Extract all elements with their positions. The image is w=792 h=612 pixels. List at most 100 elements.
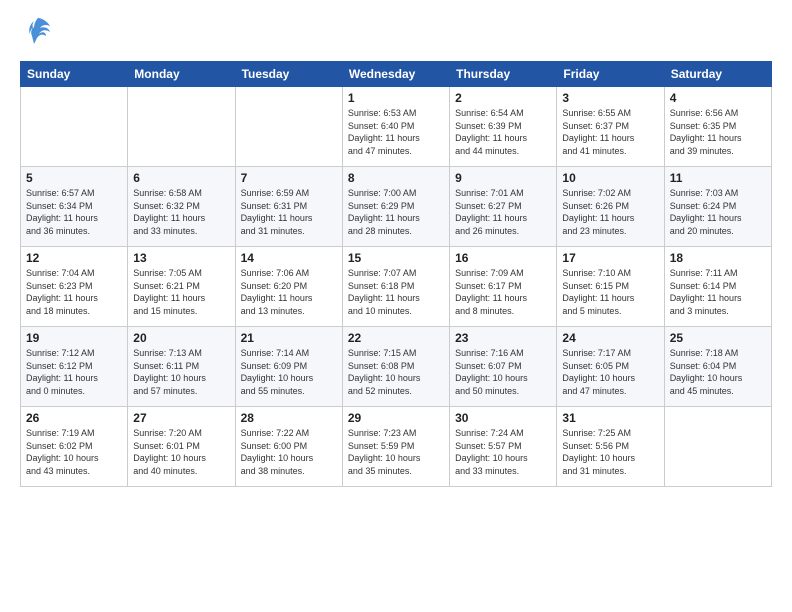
day-number: 30: [455, 411, 551, 425]
weekday-header-row: SundayMondayTuesdayWednesdayThursdayFrid…: [21, 62, 772, 87]
week-row-5: 26 Sunrise: 7:19 AM Sunset: 6:02 PM Dayli…: [21, 407, 772, 487]
calendar-cell: [21, 87, 128, 167]
day-info: Sunrise: 7:12 AM Sunset: 6:12 PM Dayligh…: [26, 347, 122, 397]
calendar-cell: 16 Sunrise: 7:09 AM Sunset: 6:17 PM Dayli…: [450, 247, 557, 327]
day-info: Sunrise: 7:17 AM Sunset: 6:05 PM Dayligh…: [562, 347, 658, 397]
day-number: 3: [562, 91, 658, 105]
day-number: 2: [455, 91, 551, 105]
day-number: 7: [241, 171, 337, 185]
calendar-cell: 20 Sunrise: 7:13 AM Sunset: 6:11 PM Dayli…: [128, 327, 235, 407]
calendar-cell: 31Sunrise: 7:25 AM Sunset: 5:56 PM Dayli…: [557, 407, 664, 487]
week-row-1: 1Sunrise: 6:53 AM Sunset: 6:40 PM Daylig…: [21, 87, 772, 167]
day-number: 26: [26, 411, 122, 425]
day-info: Sunrise: 7:10 AM Sunset: 6:15 PM Dayligh…: [562, 267, 658, 317]
day-number: 15: [348, 251, 444, 265]
calendar-cell: 13Sunrise: 7:05 AM Sunset: 6:21 PM Dayli…: [128, 247, 235, 327]
day-number: 6: [133, 171, 229, 185]
day-number: 24: [562, 331, 658, 345]
day-info: Sunrise: 7:09 AM Sunset: 6:17 PM Dayligh…: [455, 267, 551, 317]
day-number: 11: [670, 171, 766, 185]
day-number: 5: [26, 171, 122, 185]
day-info: Sunrise: 7:16 AM Sunset: 6:07 PM Dayligh…: [455, 347, 551, 397]
calendar-cell: 17Sunrise: 7:10 AM Sunset: 6:15 PM Dayli…: [557, 247, 664, 327]
calendar-cell: 18Sunrise: 7:11 AM Sunset: 6:14 PM Dayli…: [664, 247, 771, 327]
day-number: 27: [133, 411, 229, 425]
day-number: 31: [562, 411, 658, 425]
logo-bird-icon: [24, 16, 52, 53]
calendar-cell: [128, 87, 235, 167]
header: [20, 16, 772, 53]
calendar-cell: 27 Sunrise: 7:20 AM Sunset: 6:01 PM Dayli…: [128, 407, 235, 487]
day-number: 22: [348, 331, 444, 345]
day-info: Sunrise: 7:23 AM Sunset: 5:59 PM Dayligh…: [348, 427, 444, 477]
day-number: 29: [348, 411, 444, 425]
day-info: Sunrise: 7:14 AM Sunset: 6:09 PM Dayligh…: [241, 347, 337, 397]
day-number: 23: [455, 331, 551, 345]
day-info: Sunrise: 7:18 AM Sunset: 6:04 PM Dayligh…: [670, 347, 766, 397]
day-info: Sunrise: 6:59 AM Sunset: 6:31 PM Dayligh…: [241, 187, 337, 237]
day-info: Sunrise: 7:20 AM Sunset: 6:01 PM Dayligh…: [133, 427, 229, 477]
day-info: Sunrise: 7:15 AM Sunset: 6:08 PM Dayligh…: [348, 347, 444, 397]
calendar-cell: 5 Sunrise: 6:57 AM Sunset: 6:34 PM Daylig…: [21, 167, 128, 247]
day-info: Sunrise: 7:13 AM Sunset: 6:11 PM Dayligh…: [133, 347, 229, 397]
calendar-cell: 23 Sunrise: 7:16 AM Sunset: 6:07 PM Dayli…: [450, 327, 557, 407]
calendar-cell: 8Sunrise: 7:00 AM Sunset: 6:29 PM Daylig…: [342, 167, 449, 247]
calendar-cell: [235, 87, 342, 167]
calendar-cell: 24 Sunrise: 7:17 AM Sunset: 6:05 PM Dayli…: [557, 327, 664, 407]
day-info: Sunrise: 7:01 AM Sunset: 6:27 PM Dayligh…: [455, 187, 551, 237]
day-number: 14: [241, 251, 337, 265]
weekday-header-thursday: Thursday: [450, 62, 557, 87]
week-row-4: 19 Sunrise: 7:12 AM Sunset: 6:12 PM Dayli…: [21, 327, 772, 407]
calendar-cell: 10 Sunrise: 7:02 AM Sunset: 6:26 PM Dayli…: [557, 167, 664, 247]
weekday-header-sunday: Sunday: [21, 62, 128, 87]
day-number: 21: [241, 331, 337, 345]
calendar-table: SundayMondayTuesdayWednesdayThursdayFrid…: [20, 61, 772, 487]
weekday-header-monday: Monday: [128, 62, 235, 87]
calendar-cell: 29 Sunrise: 7:23 AM Sunset: 5:59 PM Dayli…: [342, 407, 449, 487]
day-number: 4: [670, 91, 766, 105]
day-info: Sunrise: 7:03 AM Sunset: 6:24 PM Dayligh…: [670, 187, 766, 237]
day-info: Sunrise: 7:19 AM Sunset: 6:02 PM Dayligh…: [26, 427, 122, 477]
day-info: Sunrise: 7:02 AM Sunset: 6:26 PM Dayligh…: [562, 187, 658, 237]
day-number: 13: [133, 251, 229, 265]
calendar-cell: 14 Sunrise: 7:06 AM Sunset: 6:20 PM Dayli…: [235, 247, 342, 327]
weekday-header-tuesday: Tuesday: [235, 62, 342, 87]
day-info: Sunrise: 7:22 AM Sunset: 6:00 PM Dayligh…: [241, 427, 337, 477]
weekday-header-wednesday: Wednesday: [342, 62, 449, 87]
calendar-cell: 7 Sunrise: 6:59 AM Sunset: 6:31 PM Daylig…: [235, 167, 342, 247]
day-info: Sunrise: 7:07 AM Sunset: 6:18 PM Dayligh…: [348, 267, 444, 317]
calendar-cell: 11 Sunrise: 7:03 AM Sunset: 6:24 PM Dayli…: [664, 167, 771, 247]
calendar-cell: 22 Sunrise: 7:15 AM Sunset: 6:08 PM Dayli…: [342, 327, 449, 407]
day-info: Sunrise: 6:57 AM Sunset: 6:34 PM Dayligh…: [26, 187, 122, 237]
calendar-cell: 6Sunrise: 6:58 AM Sunset: 6:32 PM Daylig…: [128, 167, 235, 247]
calendar-cell: 2Sunrise: 6:54 AM Sunset: 6:39 PM Daylig…: [450, 87, 557, 167]
calendar-cell: 3 Sunrise: 6:55 AM Sunset: 6:37 PM Daylig…: [557, 87, 664, 167]
day-number: 19: [26, 331, 122, 345]
calendar-cell: 4 Sunrise: 6:56 AM Sunset: 6:35 PM Daylig…: [664, 87, 771, 167]
calendar-cell: 1Sunrise: 6:53 AM Sunset: 6:40 PM Daylig…: [342, 87, 449, 167]
calendar-cell: 26 Sunrise: 7:19 AM Sunset: 6:02 PM Dayli…: [21, 407, 128, 487]
day-number: 8: [348, 171, 444, 185]
day-number: 12: [26, 251, 122, 265]
day-number: 20: [133, 331, 229, 345]
day-info: Sunrise: 7:24 AM Sunset: 5:57 PM Dayligh…: [455, 427, 551, 477]
day-info: Sunrise: 7:11 AM Sunset: 6:14 PM Dayligh…: [670, 267, 766, 317]
day-number: 9: [455, 171, 551, 185]
week-row-3: 12 Sunrise: 7:04 AM Sunset: 6:23 PM Dayli…: [21, 247, 772, 327]
calendar-cell: 15 Sunrise: 7:07 AM Sunset: 6:18 PM Dayli…: [342, 247, 449, 327]
day-info: Sunrise: 6:53 AM Sunset: 6:40 PM Dayligh…: [348, 107, 444, 157]
day-info: Sunrise: 7:06 AM Sunset: 6:20 PM Dayligh…: [241, 267, 337, 317]
calendar-cell: 19 Sunrise: 7:12 AM Sunset: 6:12 PM Dayli…: [21, 327, 128, 407]
day-info: Sunrise: 6:55 AM Sunset: 6:37 PM Dayligh…: [562, 107, 658, 157]
calendar-cell: 28 Sunrise: 7:22 AM Sunset: 6:00 PM Dayli…: [235, 407, 342, 487]
calendar-cell: 30 Sunrise: 7:24 AM Sunset: 5:57 PM Dayli…: [450, 407, 557, 487]
day-number: 10: [562, 171, 658, 185]
day-number: 16: [455, 251, 551, 265]
day-info: Sunrise: 7:04 AM Sunset: 6:23 PM Dayligh…: [26, 267, 122, 317]
weekday-header-saturday: Saturday: [664, 62, 771, 87]
day-number: 28: [241, 411, 337, 425]
calendar-cell: 9 Sunrise: 7:01 AM Sunset: 6:27 PM Daylig…: [450, 167, 557, 247]
day-info: Sunrise: 6:56 AM Sunset: 6:35 PM Dayligh…: [670, 107, 766, 157]
calendar-cell: 12 Sunrise: 7:04 AM Sunset: 6:23 PM Dayli…: [21, 247, 128, 327]
page: SundayMondayTuesdayWednesdayThursdayFrid…: [0, 0, 792, 612]
